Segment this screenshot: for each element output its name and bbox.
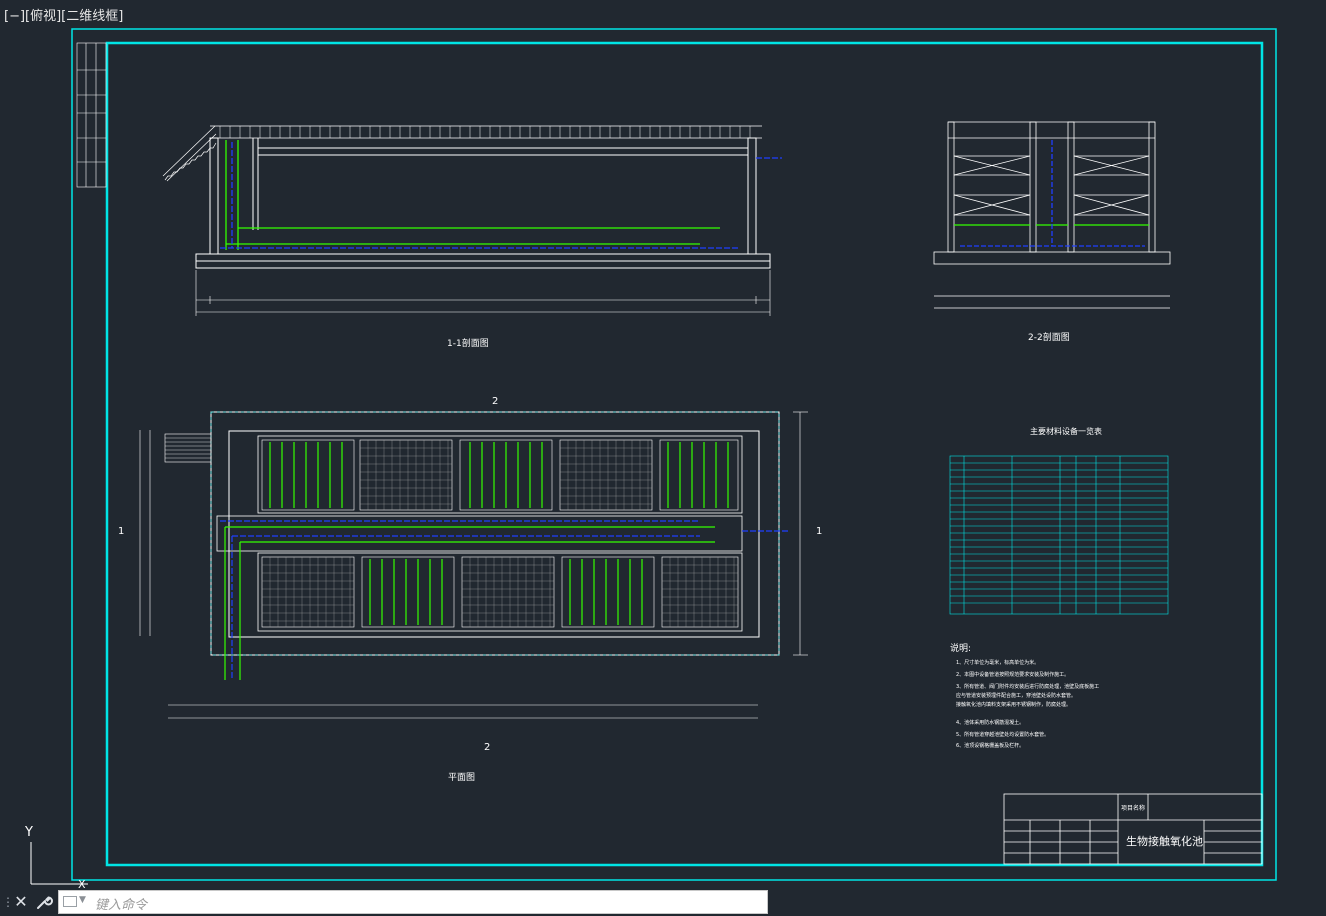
command-input[interactable]: ▼ 键入命令 <box>58 890 768 914</box>
chevron-down-icon[interactable]: ▼ <box>79 895 86 905</box>
command-history-icon[interactable] <box>63 896 77 907</box>
ucs-y-label: Y <box>24 825 33 840</box>
notes-title: 说明: <box>950 642 971 654</box>
note-line: 4、池体采用防水钢筋混凝土。 <box>956 719 1024 726</box>
close-icon[interactable]: ✕ <box>12 892 30 912</box>
binding-strip <box>76 42 107 188</box>
note-line: 1、尺寸单位为毫米，标高单位为米。 <box>956 659 1039 666</box>
note-line: 接触氧化池内填料支架采用不锈钢制作，防腐处理。 <box>956 701 1071 708</box>
plan-view: 2 2 1 1 <box>118 396 822 753</box>
ucs-x-label: X <box>78 878 86 888</box>
note-line: 2、本图中设备管道按照规范要求安装及制作施工。 <box>956 671 1069 678</box>
project-name-label: 项目名称 <box>1121 804 1145 812</box>
note-line: 6、池顶设钢格栅盖板及栏杆。 <box>956 742 1024 749</box>
section-2-2-title: 2-2剖面图 <box>1028 331 1070 343</box>
section-1-1-title: 1-1剖面图 <box>447 337 489 349</box>
drawing-border-inner <box>105 41 1264 867</box>
section-mark-left: 1 <box>118 526 124 537</box>
note-line: 3、所有管道、阀门附件均安装后进行防腐处理，池壁及底板施工 <box>956 683 1099 690</box>
plan-title: 平面图 <box>448 772 475 783</box>
command-placeholder: 键入命令 <box>95 898 148 913</box>
section-mark-bottom: 2 <box>484 742 490 753</box>
grip-handle-icon[interactable]: ⋮ <box>2 894 14 910</box>
note-line: 5、所有管道穿越池壁处均设置防水套管。 <box>956 731 1049 738</box>
wrench-icon[interactable] <box>34 892 54 912</box>
section-mark-right: 1 <box>816 526 822 537</box>
section-1-1 <box>162 125 782 316</box>
materials-table <box>949 455 1169 615</box>
note-line: 应与管道安装预埋件配合施工，穿池壁处设防水套管。 <box>956 692 1076 699</box>
notes: 说明: 1、尺寸单位为毫米，标高单位为米。 2、本图中设备管道按照规范要求安装及… <box>950 642 1099 749</box>
drawing-name: 生物接触氧化池 <box>1126 834 1203 848</box>
materials-table-title: 主要材料设备一览表 <box>1030 426 1102 436</box>
drawing-canvas[interactable]: 1-1剖面图 2-2剖面图 2 2 1 1 平面图 主要材料设备一览表 说明: … <box>0 0 1326 888</box>
section-mark-top: 2 <box>492 396 498 407</box>
command-line-bar: ⋮ ✕ ▼ 键入命令 <box>0 888 1326 916</box>
